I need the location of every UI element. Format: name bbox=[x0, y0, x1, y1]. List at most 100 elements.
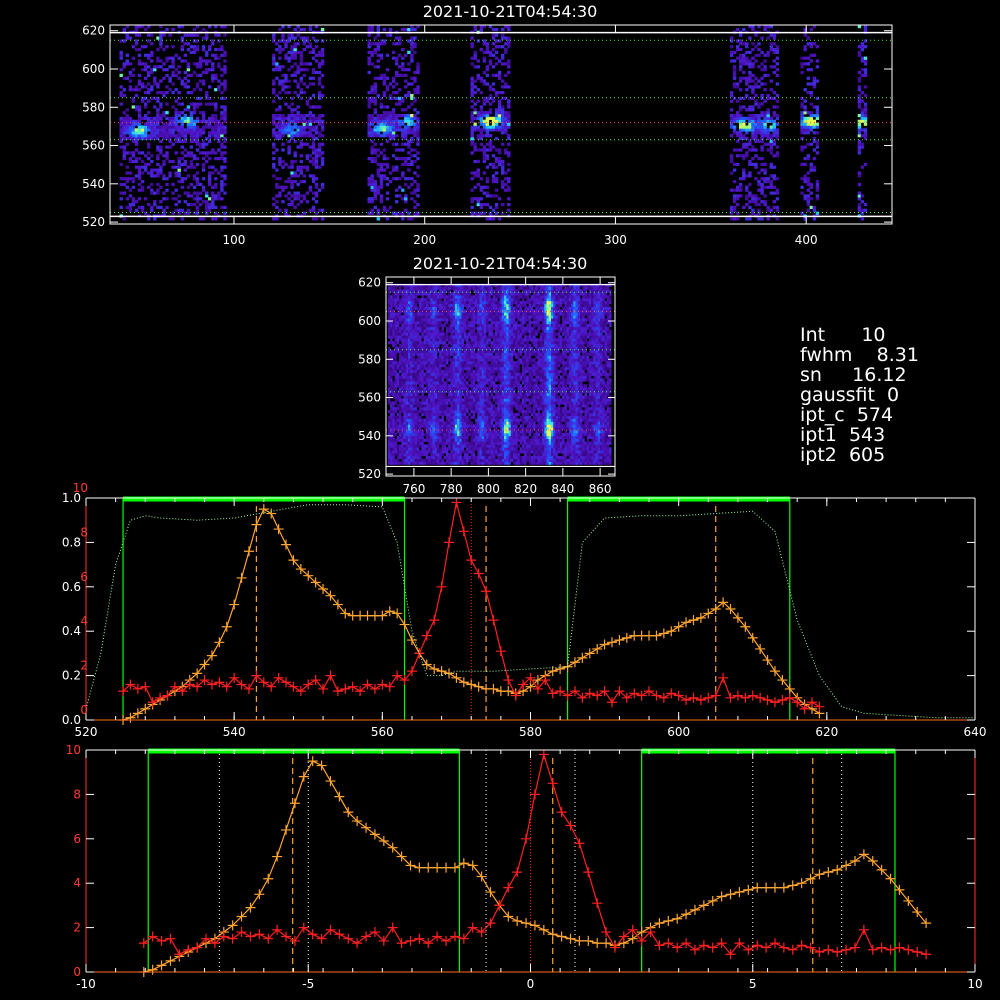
heatmap-cell bbox=[201, 185, 206, 189]
heatmap-cell bbox=[408, 341, 411, 345]
heatmap-cell bbox=[150, 42, 154, 46]
heatmap-cell bbox=[399, 312, 402, 316]
heatmap-cell bbox=[367, 62, 371, 66]
heatmap-cell bbox=[419, 303, 422, 307]
heatmap-cell bbox=[195, 148, 200, 152]
heatmap-cell bbox=[491, 174, 496, 178]
heatmap-cell bbox=[317, 79, 322, 83]
heatmap-cell bbox=[457, 338, 460, 342]
heatmap-cell bbox=[729, 157, 734, 161]
heatmap-cell bbox=[293, 125, 297, 129]
heatmap-cell bbox=[419, 418, 422, 422]
heatmap-cell bbox=[403, 453, 406, 457]
heatmap-cell bbox=[413, 114, 417, 118]
heatmap-cell bbox=[454, 289, 458, 293]
heatmap-cell bbox=[482, 211, 487, 215]
heatmap-cell bbox=[299, 88, 303, 92]
heatmap-cell bbox=[370, 139, 374, 143]
heatmap-cell bbox=[410, 298, 413, 302]
heatmap-cell bbox=[394, 315, 398, 319]
heatmap-cell bbox=[399, 430, 402, 434]
heatmap-cell bbox=[385, 68, 390, 72]
heatmap-cell bbox=[454, 323, 458, 328]
heatmap-cell bbox=[766, 148, 770, 152]
heatmap-cell bbox=[395, 188, 399, 192]
heatmap-cell bbox=[399, 349, 402, 353]
heatmap-cell bbox=[373, 180, 377, 184]
heatmap-cell bbox=[410, 424, 413, 428]
heatmap-cell bbox=[815, 114, 820, 118]
heatmap-cell bbox=[772, 42, 776, 46]
heatmap-cell bbox=[425, 303, 429, 307]
heatmap-cell bbox=[416, 329, 420, 333]
heatmap-cell bbox=[437, 447, 440, 451]
heatmap-cell bbox=[281, 142, 285, 146]
heatmap-cell bbox=[399, 335, 402, 339]
heatmap-cell bbox=[396, 335, 400, 339]
heatmap-cell bbox=[476, 88, 480, 92]
heatmap-cell bbox=[281, 131, 285, 135]
heatmap-cell bbox=[396, 312, 400, 316]
heatmap-cell bbox=[434, 418, 438, 422]
heatmap-cell bbox=[504, 188, 508, 192]
heatmap-cell bbox=[450, 303, 453, 307]
heatmap-cell bbox=[430, 375, 433, 379]
heatmap-cell bbox=[122, 93, 126, 98]
heatmap-cell bbox=[403, 295, 406, 299]
heatmap-cell bbox=[412, 369, 415, 373]
heatmap-cell bbox=[290, 185, 294, 189]
heatmap-cell bbox=[452, 395, 456, 399]
heatmap-cell bbox=[806, 62, 810, 66]
heatmap-cell bbox=[275, 114, 279, 118]
heatmap-cell bbox=[387, 438, 391, 442]
heatmap-cell bbox=[428, 461, 431, 465]
heatmap-cell bbox=[281, 148, 285, 152]
heatmap-cell bbox=[439, 447, 442, 451]
heatmap-cell bbox=[419, 286, 422, 290]
heatmap-cell bbox=[452, 455, 456, 460]
heatmap-cell bbox=[186, 191, 191, 195]
heatmap-cell bbox=[457, 366, 460, 371]
heatmap-cell bbox=[432, 335, 435, 339]
heatmap-cell bbox=[373, 128, 377, 132]
heatmap-cell bbox=[223, 177, 227, 181]
heatmap-cell bbox=[736, 85, 740, 89]
heatmap-cell bbox=[416, 418, 420, 422]
heatmap-cell bbox=[421, 372, 424, 376]
heatmap-cell bbox=[311, 177, 316, 181]
heatmap-cell bbox=[392, 361, 395, 365]
heatmap-cell bbox=[457, 450, 460, 454]
heatmap-cell bbox=[760, 82, 764, 86]
heatmap-cell bbox=[405, 407, 409, 411]
heatmap-cell bbox=[405, 381, 409, 385]
heatmap-cell bbox=[501, 203, 505, 207]
heatmap-cell bbox=[425, 366, 429, 371]
heatmap-cell bbox=[394, 335, 398, 339]
heatmap-cell bbox=[305, 168, 310, 172]
heatmap-cell bbox=[450, 335, 453, 339]
heatmap-cell bbox=[147, 99, 151, 103]
heatmap-cell bbox=[441, 435, 444, 439]
heatmap-cell bbox=[208, 85, 212, 89]
heatmap-cell bbox=[775, 208, 780, 212]
heatmap-cell bbox=[434, 421, 438, 425]
heatmap-cell bbox=[454, 335, 458, 339]
heatmap-cell bbox=[488, 62, 493, 66]
heatmap-cell bbox=[742, 125, 746, 129]
heatmap-cell bbox=[394, 453, 398, 457]
heatmap-cell bbox=[448, 418, 451, 422]
heatmap-cell bbox=[392, 352, 395, 356]
heatmap-cell bbox=[748, 162, 752, 166]
heatmap-cell bbox=[419, 366, 422, 371]
heatmap-cell bbox=[119, 93, 123, 98]
heatmap-cell bbox=[485, 165, 490, 169]
heatmap-cell bbox=[428, 312, 431, 316]
heatmap-cell bbox=[410, 114, 414, 118]
heatmap-cell bbox=[379, 185, 384, 189]
heatmap-cell bbox=[392, 300, 395, 305]
heatmap-cell bbox=[299, 56, 303, 60]
heatmap-cell bbox=[763, 116, 767, 120]
heatmap-cell bbox=[485, 42, 490, 46]
heatmap-cell bbox=[421, 450, 424, 454]
heatmap-cell bbox=[308, 82, 313, 86]
